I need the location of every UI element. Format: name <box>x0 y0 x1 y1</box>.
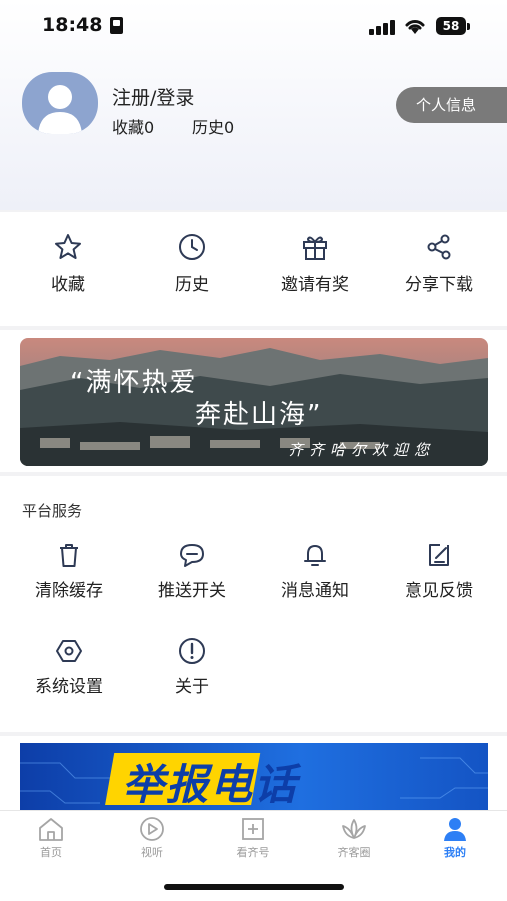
tab-label: 首页 <box>40 846 62 859</box>
tab-label: 我的 <box>444 846 466 859</box>
tab-label: 齐客圈 <box>337 846 371 859</box>
wifi-icon <box>405 20 425 34</box>
tab-home[interactable]: 首页 <box>11 816 91 860</box>
service-clear-cache[interactable]: 清除缓存 <box>14 540 124 601</box>
hexagon-settings-icon <box>56 640 82 662</box>
tab-label: 视听 <box>141 846 163 859</box>
section-title: 平台服务 <box>22 502 83 520</box>
edit-icon <box>429 544 449 566</box>
banner-slogan-line1: “满怀热爱 <box>70 368 198 398</box>
info-icon <box>179 638 205 664</box>
quick-action-history[interactable]: 历史 <box>132 232 252 295</box>
status-time: 18:48 <box>42 14 103 36</box>
service-label: 消息通知 <box>281 581 349 601</box>
play-icon <box>140 817 164 841</box>
quick-action-label: 分享下载 <box>405 275 473 295</box>
clock-icon <box>179 234 205 260</box>
city-welcome-banner[interactable]: “满怀热爱 奔赴山海” 齐齐哈尔欢迎您 <box>20 338 488 466</box>
service-about[interactable]: 关于 <box>137 636 247 697</box>
quick-action-label: 历史 <box>175 275 209 295</box>
chat-bubble-icon <box>180 544 204 567</box>
service-push-toggle[interactable]: 推送开关 <box>137 540 247 601</box>
login-link[interactable]: 注册/登录 <box>112 83 194 110</box>
report-hotline-text: 举报电话 <box>122 760 299 809</box>
history-count[interactable]: 历史0 <box>192 114 234 138</box>
service-settings[interactable]: 系统设置 <box>14 636 124 697</box>
battery-tip <box>467 23 470 30</box>
lotus-icon <box>342 819 366 839</box>
quick-action-label: 邀请有奖 <box>281 275 349 295</box>
quick-action-label: 收藏 <box>51 275 85 295</box>
service-notifications[interactable]: 消息通知 <box>260 540 370 601</box>
banner-caption: 齐齐哈尔欢迎您 <box>288 441 436 459</box>
tab-kanqi[interactable]: 看齐号 <box>213 816 293 860</box>
tab-label: 看齐号 <box>236 846 270 859</box>
home-icon <box>39 818 63 841</box>
signal-icon <box>369 19 397 35</box>
home-indicator <box>164 884 344 890</box>
banner-slogan-line2: 奔赴山海” <box>195 400 323 430</box>
share-icon <box>427 234 451 260</box>
avatar[interactable] <box>22 72 98 134</box>
bell-icon <box>304 545 326 566</box>
service-label: 关于 <box>175 677 209 697</box>
service-label: 清除缓存 <box>35 581 103 601</box>
quick-action-invite[interactable]: 邀请有奖 <box>255 232 375 295</box>
service-label: 意见反馈 <box>405 581 473 601</box>
tab-qike-circle[interactable]: 齐客圈 <box>314 816 394 860</box>
service-label: 推送开关 <box>158 581 226 601</box>
tab-video[interactable]: 视听 <box>112 816 192 860</box>
battery-icon: 58 <box>436 17 466 35</box>
add-box-icon <box>242 818 264 840</box>
default-avatar-icon <box>38 85 82 134</box>
favorites-count[interactable]: 收藏0 <box>112 114 154 138</box>
gift-icon <box>303 236 327 260</box>
tab-mine[interactable]: 我的 <box>415 816 495 860</box>
service-feedback[interactable]: 意见反馈 <box>384 540 494 601</box>
trash-icon <box>60 544 78 567</box>
star-icon <box>55 234 81 259</box>
service-label: 系统设置 <box>35 677 103 697</box>
user-icon <box>444 818 466 841</box>
quick-action-favorites[interactable]: 收藏 <box>8 232 128 295</box>
quick-action-share[interactable]: 分享下载 <box>379 232 499 295</box>
profile-info-button[interactable]: 个人信息 <box>396 87 507 123</box>
sim-icon <box>110 17 123 34</box>
report-hotline-banner[interactable]: 举报电话 <box>20 743 488 810</box>
